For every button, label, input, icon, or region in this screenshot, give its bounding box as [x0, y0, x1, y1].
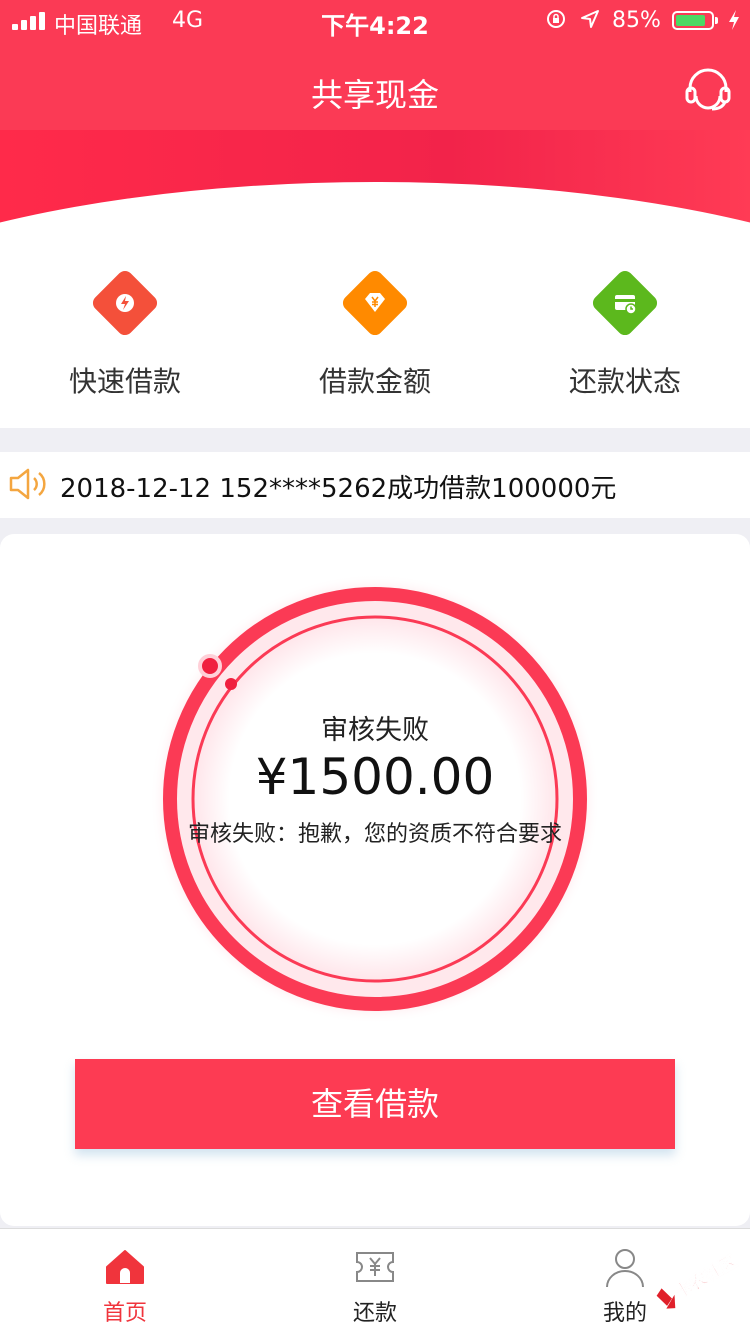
kanong-logo-icon: 卡农社区 [656, 1251, 741, 1309]
view-loan-button[interactable]: 查看借款 [75, 1059, 675, 1149]
home-icon [106, 1250, 144, 1284]
user-icon [606, 1249, 644, 1288]
tab-repay[interactable]: 还款 [250, 1229, 500, 1335]
tab-label: 还款 [352, 1301, 397, 1326]
page-title: 共享现金 [310, 76, 439, 114]
loan-amount: ¥1500.00 [255, 748, 495, 806]
location-icon [581, 10, 599, 28]
quick-item-repay-status[interactable]: 还款状态 [500, 232, 750, 428]
speaker-icon [9, 468, 46, 500]
notice-bar[interactable]: 2018-12-12 152****5262成功借款100000元 [0, 452, 750, 518]
tab-home[interactable]: 首页 [0, 1229, 250, 1335]
watermark-text: 卡农社区 [671, 1251, 740, 1303]
lightning-icon [116, 294, 134, 312]
rotation-lock-icon [547, 10, 565, 28]
quick-item-label: 快速借款 [68, 365, 181, 398]
quick-item-loan-amount[interactable]: 借款金额 [250, 232, 500, 428]
headset-icon[interactable] [684, 66, 732, 112]
tab-bar: 首页 还款 我的 [0, 1228, 750, 1335]
notice-text: 2018-12-12 152****5262成功借款100000元 [60, 474, 617, 504]
status-bar: 中国联通 4G 下午4:22 85% [0, 0, 750, 42]
yen-diamond-icon [365, 293, 385, 312]
card-icon [615, 295, 637, 315]
battery-icon [672, 11, 718, 30]
quick-item-label: 还款状态 [568, 365, 681, 398]
status-title: 审核失败 [321, 715, 429, 746]
tab-label: 首页 [102, 1301, 147, 1326]
quick-item-label: 借款金额 [318, 365, 431, 398]
quick-menu: 快速借款 借款金额 还款状态 [0, 232, 750, 428]
charging-icon [729, 10, 739, 30]
repay-ticket-icon [356, 1252, 394, 1282]
loan-status-card: 审核失败 ¥1500.00 审核失败：抱歉，您的资质不符合要求 查看借款 [0, 534, 750, 1226]
battery-percent: 85% [612, 8, 661, 33]
status-description: 审核失败：抱歉，您的资质不符合要求 [187, 822, 562, 847]
quick-item-fast-loan[interactable]: 快速借款 [0, 232, 250, 428]
